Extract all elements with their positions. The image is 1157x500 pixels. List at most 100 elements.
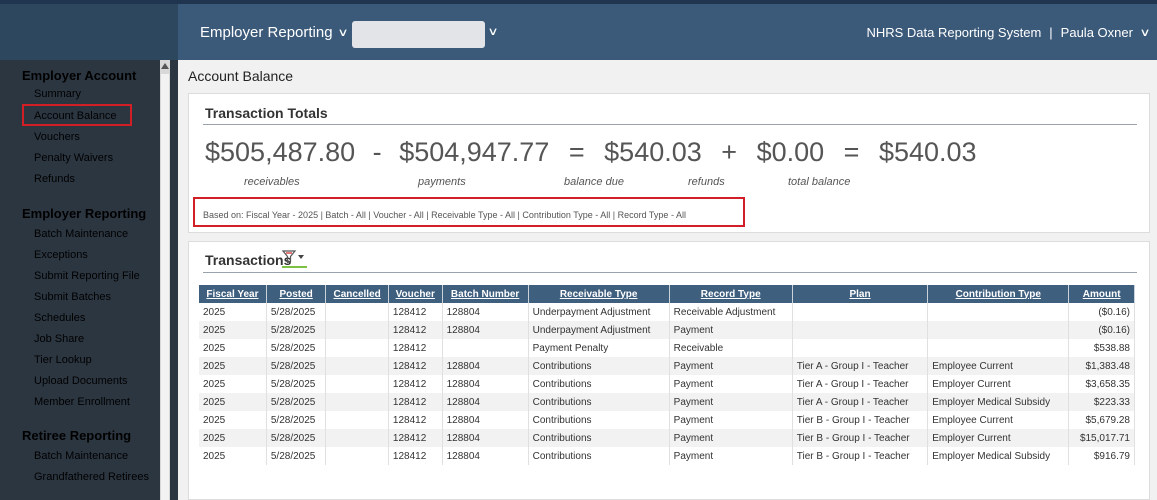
table-row[interactable]: 2025 5/28/2025 128412 128804 Contributions Pa… bbox=[199, 375, 1135, 393]
cell-amount: $3,658.35 bbox=[1068, 375, 1135, 393]
table-row[interactable]: 2025 5/28/2025 128412 128804 Underpayment Ad… bbox=[199, 321, 1135, 339]
cell-record-type: Payment bbox=[669, 429, 793, 447]
sidebar-item-grandfathered-retirees[interactable]: Grandfathered Retirees bbox=[34, 471, 158, 484]
cell-cancelled bbox=[325, 411, 389, 429]
cell-contribution-type: Employer Current bbox=[927, 375, 1070, 393]
column-header-posted[interactable]: Posted bbox=[266, 285, 327, 303]
sidebar-item-retiree-batch-maintenance[interactable]: Batch Maintenance bbox=[34, 450, 158, 463]
column-header-cancelled[interactable]: Cancelled bbox=[325, 285, 389, 303]
filter-funnel-icon bbox=[281, 250, 304, 264]
scroll-up-arrow-icon[interactable] bbox=[161, 63, 169, 69]
table-row[interactable]: 2025 5/28/2025 128412 128804 Underpayment Ad… bbox=[199, 303, 1135, 321]
sidebar-item-schedules[interactable]: Schedules bbox=[34, 312, 158, 325]
refunds-value: $0.00 bbox=[756, 137, 825, 167]
header-separator: | bbox=[1049, 25, 1053, 40]
chevron-down-icon: ∨ bbox=[1139, 27, 1151, 39]
filter-active-underline bbox=[282, 266, 307, 268]
table-row[interactable]: 2025 5/28/2025 128412 128804 Contributions Pa… bbox=[199, 357, 1135, 375]
total-balance-caption: total balance bbox=[788, 176, 851, 188]
cell-voucher: 128412 bbox=[388, 321, 443, 339]
divider bbox=[203, 272, 1137, 273]
cell-batch-number: 128804 bbox=[442, 429, 529, 447]
column-header-voucher[interactable]: Voucher bbox=[388, 285, 443, 303]
totals-equation: $505,487.80 - $504,947.77 = $540.03 + $0… bbox=[205, 137, 977, 168]
cell-cancelled bbox=[325, 375, 389, 393]
cell-plan: Tier B - Group I - Teacher bbox=[792, 411, 929, 429]
column-header-batch-number[interactable]: Batch Number bbox=[442, 285, 529, 303]
column-header-receivable-type[interactable]: Receivable Type bbox=[528, 285, 670, 303]
cell-amount: $1,383.48 bbox=[1068, 357, 1135, 375]
column-header-record-type[interactable]: Record Type bbox=[669, 285, 793, 303]
table-row[interactable]: 2025 5/28/2025 128412 128804 Contributions Pa… bbox=[199, 429, 1135, 447]
cell-posted: 5/28/2025 bbox=[266, 339, 327, 357]
sidebar-item-exceptions[interactable]: Exceptions bbox=[34, 249, 158, 262]
cell-fiscal-year: 2025 bbox=[199, 303, 267, 321]
sidebar-item-submit-batches[interactable]: Submit Batches bbox=[34, 291, 158, 304]
cell-posted: 5/28/2025 bbox=[266, 393, 327, 411]
employer-select[interactable] bbox=[352, 21, 485, 48]
sidebar-section-employer-reporting: Employer Reporting bbox=[22, 206, 147, 221]
sidebar-item-upload-documents[interactable]: Upload Documents bbox=[34, 375, 158, 388]
cell-receivable-type: Contributions bbox=[528, 447, 670, 465]
user-name: Paula Oxner bbox=[1060, 25, 1133, 40]
receivables-caption: receivables bbox=[244, 176, 300, 188]
user-area[interactable]: NHRS Data Reporting System | Paula Oxner… bbox=[866, 25, 1151, 40]
scroll-thumb[interactable] bbox=[161, 74, 169, 500]
cell-plan: Tier B - Group I - Teacher bbox=[792, 447, 929, 465]
sidebar-item-batch-maintenance[interactable]: Batch Maintenance bbox=[34, 228, 158, 241]
sidebar-item-member-enrollment[interactable]: Member Enrollment bbox=[34, 396, 158, 409]
cell-posted: 5/28/2025 bbox=[266, 447, 327, 465]
chevron-down-icon[interactable]: ∨ bbox=[487, 25, 498, 38]
sidebar-item-summary[interactable]: Summary bbox=[34, 88, 158, 101]
transactions-title: Transactions bbox=[205, 252, 292, 268]
cell-amount: $15,017.71 bbox=[1068, 429, 1135, 447]
cell-receivable-type: Contributions bbox=[528, 375, 670, 393]
cell-record-type: Payment bbox=[669, 411, 793, 429]
table-row[interactable]: 2025 5/28/2025 128412 Payment Penalty Receiv… bbox=[199, 339, 1135, 357]
balance-due-caption: balance due bbox=[564, 176, 624, 188]
equals-sign: = bbox=[568, 137, 585, 167]
sidebar-item-refunds[interactable]: Refunds bbox=[34, 173, 158, 186]
cell-batch-number: 128804 bbox=[442, 375, 529, 393]
cell-voucher: 128412 bbox=[388, 339, 443, 357]
page-title: Account Balance bbox=[188, 68, 294, 84]
cell-cancelled bbox=[325, 357, 389, 375]
sidebar-item-vouchers[interactable]: Vouchers bbox=[34, 131, 158, 144]
minus-sign: - bbox=[372, 137, 382, 167]
sidebar-scrollbar[interactable] bbox=[160, 60, 170, 500]
sidebar-section-retiree-reporting: Retiree Reporting bbox=[22, 428, 132, 443]
cell-plan bbox=[792, 339, 929, 357]
cell-fiscal-year: 2025 bbox=[199, 429, 267, 447]
module-dropdown[interactable]: Employer Reporting ∨ bbox=[200, 24, 348, 41]
sidebar-item-tier-lookup[interactable]: Tier Lookup bbox=[34, 354, 158, 367]
cell-batch-number: 128804 bbox=[442, 411, 529, 429]
cell-voucher: 128412 bbox=[388, 357, 443, 375]
cell-voucher: 128412 bbox=[388, 393, 443, 411]
sidebar-item-job-share[interactable]: Job Share bbox=[34, 333, 158, 346]
brand-slot bbox=[0, 4, 178, 60]
filter-icon[interactable] bbox=[281, 250, 306, 267]
column-header-plan[interactable]: Plan bbox=[792, 285, 929, 303]
cell-amount: $538.88 bbox=[1068, 339, 1135, 357]
sidebar-item-submit-reporting-file[interactable]: Submit Reporting File bbox=[34, 270, 158, 283]
column-header-contribution-type[interactable]: Contribution Type bbox=[927, 285, 1070, 303]
balance-due-value: $540.03 bbox=[604, 137, 702, 167]
table-row[interactable]: 2025 5/28/2025 128412 128804 Contributions Pa… bbox=[199, 411, 1135, 429]
cell-plan: Tier A - Group I - Teacher bbox=[792, 357, 929, 375]
module-dropdown-label: Employer Reporting bbox=[200, 24, 333, 41]
table-row[interactable]: 2025 5/28/2025 128412 128804 Contributions Pa… bbox=[199, 447, 1135, 465]
column-header-amount[interactable]: Amount bbox=[1068, 285, 1135, 303]
cell-receivable-type: Contributions bbox=[528, 429, 670, 447]
table-row[interactable]: 2025 5/28/2025 128412 128804 Contributions Pa… bbox=[199, 393, 1135, 411]
divider bbox=[203, 124, 1137, 125]
sidebar-item-penalty-waivers[interactable]: Penalty Waivers bbox=[34, 152, 158, 165]
cell-receivable-type: Underpayment Adjustment bbox=[528, 321, 670, 339]
cell-record-type: Payment bbox=[669, 447, 793, 465]
cell-amount: $223.33 bbox=[1068, 393, 1135, 411]
cell-contribution-type: Employer Current bbox=[927, 429, 1070, 447]
cell-cancelled bbox=[325, 393, 389, 411]
column-header-fiscal-year[interactable]: Fiscal Year bbox=[199, 285, 267, 303]
cell-voucher: 128412 bbox=[388, 447, 443, 465]
cell-record-type: Payment bbox=[669, 357, 793, 375]
cell-voucher: 128412 bbox=[388, 429, 443, 447]
